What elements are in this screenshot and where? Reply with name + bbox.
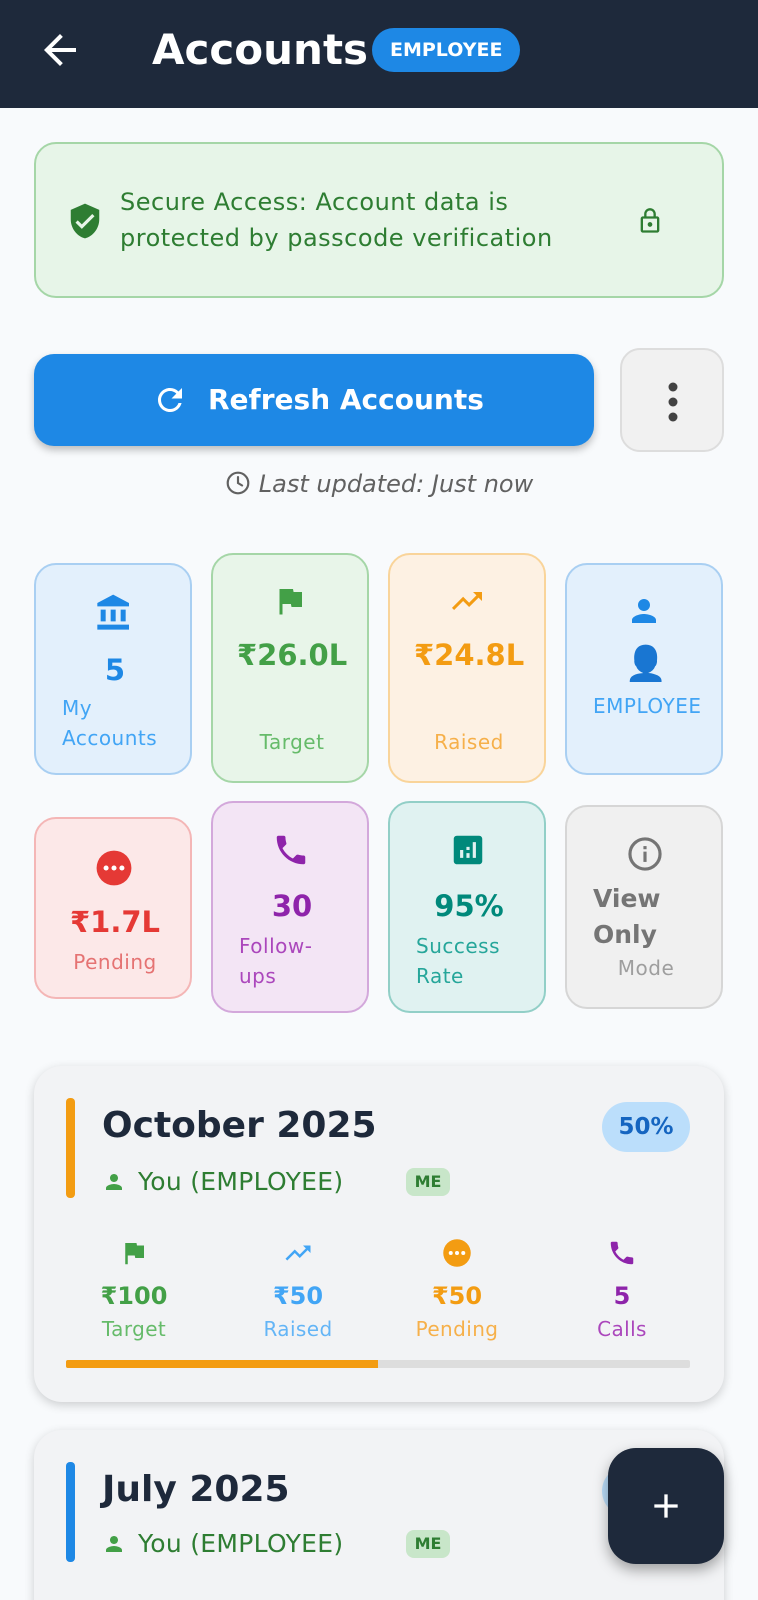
stat-success-rate[interactable]: 95% Success Rate [388, 801, 546, 1013]
refresh-icon [158, 388, 182, 412]
flag-icon [125, 1243, 144, 1265]
last-updated-row: Last updated: Just now [0, 466, 758, 502]
stat-value: ₹1.7L [69, 905, 161, 939]
progress-bar [66, 1360, 690, 1368]
metric-label: Target [101, 1317, 167, 1341]
secure-access-banner: Secure Access: Account data is protected… [34, 142, 724, 298]
shield-check-icon [70, 203, 100, 239]
month-title: July 2025 [102, 1469, 290, 1510]
stat-label: Success Rate [416, 934, 501, 988]
metric-pending: ₹50 Pending [387, 1238, 527, 1344]
plus-icon [654, 1494, 678, 1518]
stat-value: View Only [593, 884, 661, 949]
stat-raised[interactable]: ₹24.8L Raised [388, 553, 546, 783]
bank-icon [97, 594, 129, 630]
more-vertical-icon [668, 382, 678, 422]
stat-role[interactable]: 👤 EMPLOYEE [565, 563, 723, 775]
person-icon [106, 1536, 122, 1552]
person-icon [106, 1174, 122, 1190]
trending-up-icon [285, 1245, 311, 1261]
phone-icon [276, 835, 306, 865]
trending-up-icon [452, 592, 482, 610]
flag-icon [279, 589, 302, 615]
stat-label: Follow-ups [239, 934, 313, 988]
stat-label: Pending [73, 950, 157, 974]
stat-view-mode[interactable]: View Only Mode [565, 805, 723, 1009]
page-title: Accounts [152, 25, 369, 74]
lock-icon [640, 208, 660, 233]
clock-icon [226, 471, 250, 495]
progress-bar-fill [66, 1360, 378, 1368]
metric-label: Raised [263, 1317, 333, 1341]
stat-label: Target [259, 730, 325, 754]
progress-percent-badge: 50% [602, 1102, 690, 1152]
person-icon [632, 599, 656, 623]
app-bar: Accounts EMPLOYEE [0, 0, 758, 108]
stat-label: Raised [434, 730, 504, 754]
stat-label: Mode [617, 956, 675, 980]
stat-my-accounts[interactable]: 5 My Accounts [34, 563, 192, 775]
card-accent-bar [66, 1098, 75, 1198]
stat-target[interactable]: ₹26.0L Target [211, 553, 369, 783]
metric-value: ₹50 [272, 1282, 324, 1310]
stat-pending[interactable]: ₹1.7L Pending [34, 817, 192, 999]
role-badge: EMPLOYEE [372, 28, 521, 72]
stat-value: 30 [271, 889, 313, 923]
metric-raised: ₹50 Raised [228, 1238, 368, 1344]
stat-value: 👤 [624, 644, 668, 684]
stat-value: 95% [434, 889, 504, 923]
metric-value: ₹50 [431, 1282, 483, 1310]
phone-icon [610, 1241, 634, 1265]
stat-value: 5 [104, 653, 126, 687]
last-updated-text: Last updated: Just now [258, 470, 534, 498]
metric-target: ₹100 Target [64, 1238, 204, 1344]
stat-value: ₹26.0L [237, 638, 348, 672]
pending-icon [443, 1239, 471, 1267]
stat-follow-ups[interactable]: 30 Follow-ups [211, 801, 369, 1013]
metric-label: Calls [597, 1317, 647, 1341]
refresh-accounts-label: Refresh Accounts [208, 383, 484, 416]
analytics-icon [453, 835, 483, 865]
owner-text: You (EMPLOYEE) [138, 1167, 344, 1196]
metric-label: Pending [415, 1317, 499, 1341]
add-account-fab[interactable] [608, 1448, 724, 1564]
owner-text: You (EMPLOYEE) [138, 1529, 344, 1558]
pending-icon [96, 850, 132, 886]
more-options-button[interactable] [620, 348, 724, 452]
secure-access-text: Secure Access: Account data is protected… [120, 188, 553, 252]
me-badge: ME [406, 1530, 450, 1558]
refresh-accounts-button[interactable]: Refresh Accounts [34, 354, 594, 446]
arrow-back-icon [44, 34, 76, 66]
back-button[interactable] [36, 26, 84, 74]
metric-calls: 5 Calls [552, 1238, 692, 1344]
stat-label: EMPLOYEE [593, 694, 702, 718]
info-icon [628, 837, 662, 871]
stat-value: ₹24.8L [414, 638, 525, 672]
stat-label: My Accounts [62, 696, 158, 750]
me-badge: ME [406, 1168, 450, 1196]
metric-value: 5 [613, 1282, 631, 1310]
month-card-october-2025[interactable]: October 2025 50% You (EMPLOYEE) ME ₹100 … [34, 1066, 724, 1402]
card-accent-bar [66, 1462, 75, 1562]
metric-value: ₹100 [100, 1282, 168, 1310]
month-title: October 2025 [102, 1105, 377, 1146]
